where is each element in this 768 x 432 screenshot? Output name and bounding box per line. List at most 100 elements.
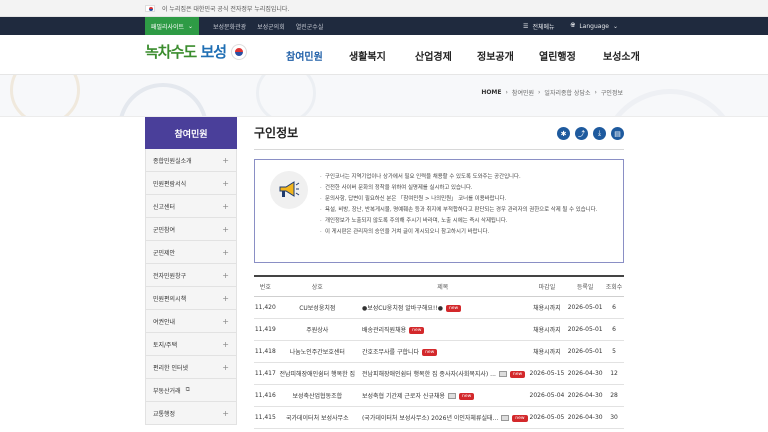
gnb-item-participation[interactable]: 참여민원 [286, 35, 349, 75]
side-menu-item[interactable]: 군민참여 + [145, 218, 237, 241]
gnb-item-about[interactable]: 보성소개 [603, 35, 663, 75]
post-title-link[interactable]: ●보성CU웅치점 알바구해요!!● [362, 305, 443, 312]
breadcrumb-item[interactable]: 일자리종합 상담소 [544, 88, 590, 97]
side-menu-item[interactable]: 편리한 인터넷 + [145, 356, 237, 379]
post-title-link[interactable]: 전남피해장애인쉼터 행복한 집 종사자(사회복지사) ... [362, 371, 496, 378]
chevron-down-icon: ⌄ [188, 22, 194, 30]
page-title: 구인정보 [254, 126, 299, 140]
cell-date: 2026-04-30 [566, 362, 605, 385]
family-site-label: 패밀리사이트 [150, 23, 185, 31]
table-row[interactable]: 11,420 CU보성웅치점 ●보성CU웅치점 알바구해요!!● new 채용시까… [254, 296, 624, 319]
external-link-icon: ⧉ [185, 386, 190, 393]
gnb-item-welfare[interactable]: 생활복지 [349, 35, 415, 75]
top-link-council[interactable]: 보성군의회 [257, 22, 285, 31]
cell-views: 6 [604, 296, 624, 319]
main-navigation: 참여민원 생활복지 산업경제 정보공개 열린행정 보성소개 [286, 35, 663, 75]
breadcrumb-item[interactable]: 참여민원 [512, 88, 534, 97]
side-menu-item[interactable]: 여권안내 + [145, 310, 237, 333]
gnb-item-information[interactable]: 정보공개 [477, 35, 539, 75]
plus-icon: + [222, 270, 229, 280]
cell-company: 주원상사 [276, 318, 358, 341]
site-header: 녹차수도 보성 참여민원 생활복지 산업경제 정보공개 열린행정 보성소개 [0, 35, 768, 75]
table-row[interactable]: 11,416 보성축산업협동조합 보성축협 기간제 근로자 신규채용 new 20… [254, 384, 624, 407]
globe-icon: 🌐︎ [570, 22, 576, 29]
plus-icon: + [222, 316, 229, 326]
side-menu-item[interactable]: 민원편의시책 + [145, 287, 237, 310]
cell-deadline: 2026-05-05 [527, 406, 567, 429]
side-menu: 참여민원 종합민원실소개 + 민원편람서식 + 신고센터 + 군민참여 + 군민제안 + … [145, 117, 237, 425]
side-menu-label: 여권안내 [153, 318, 176, 326]
gnb-item-administration[interactable]: 열린행정 [539, 35, 603, 75]
plus-icon: + [222, 178, 229, 188]
post-title-link[interactable]: 간호조무사를 구합니다 [362, 349, 419, 356]
cell-company: 전남피해장애인쉼터 행복한 집 [276, 362, 358, 385]
language-button[interactable]: 🌐︎ Language ⌄ [571, 22, 618, 30]
image-attachment-icon [501, 415, 510, 421]
plus-icon: + [222, 224, 229, 234]
table-row[interactable]: 11,419 주원상사 배송관리직원채용 new 채용시까지 2026-05-01… [254, 318, 624, 341]
share-icon[interactable]: ⤴ [575, 127, 588, 140]
image-attachment-icon [498, 371, 507, 377]
chevron-down-icon: ⌄ [612, 22, 618, 30]
top-link-culture-tour[interactable]: 보성문화관광 [213, 22, 246, 31]
site-logo[interactable]: 녹차수도 보성 [145, 41, 248, 62]
side-menu-item[interactable]: 부동산거래 ⧉ [145, 379, 237, 402]
download-icon[interactable]: ⤓ [593, 127, 606, 140]
full-menu-label: 전체메뉴 [532, 23, 555, 31]
full-menu-button[interactable]: ☰ 전체메뉴 [523, 22, 554, 31]
plus-icon: + [222, 362, 229, 372]
cell-deadline: 2026-05-04 [527, 384, 567, 407]
cell-views: 12 [604, 362, 624, 385]
side-menu-item[interactable]: 토지/주택 + [145, 333, 237, 356]
side-menu-title: 참여민원 [145, 117, 237, 149]
cell-company: 보성축산업협동조합 [276, 384, 358, 407]
side-menu-label: 전자민원창구 [153, 272, 187, 280]
breadcrumb-current[interactable]: 구인정보 [601, 88, 623, 97]
column-header: 번호 [254, 275, 277, 297]
content-area: 참여민원 종합민원실소개 + 민원편람서식 + 신고센터 + 군민참여 + 군민제안 + … [0, 117, 768, 431]
decorative-circle [118, 83, 208, 116]
side-menu-label: 군민제안 [153, 249, 176, 257]
table-row[interactable]: 11,417 전남피해장애인쉼터 행복한 집 전남피해장애인쉼터 행복한 집 종… [254, 362, 624, 385]
new-badge: new [509, 370, 526, 378]
side-menu-item[interactable]: 신고센터 + [145, 195, 237, 218]
taegeuk-icon [231, 43, 248, 60]
gov-banner: 이 누리집은 대한민국 공식 전자정부 누리집입니다. [0, 0, 768, 17]
side-menu-item[interactable]: 민원편람서식 + [145, 172, 237, 195]
print-icon[interactable]: ▤ [611, 127, 624, 140]
post-title-link[interactable]: (국가데이터처 보성사무소) 2026년 이인자체류실태... [362, 415, 498, 422]
cell-company: CU보성웅치점 [276, 296, 358, 319]
post-title-link[interactable]: 배송관리직원채용 [362, 327, 406, 334]
cell-views: 6 [604, 318, 624, 341]
settings-icon[interactable]: ✱ [557, 127, 570, 140]
cell-number: 11,417 [254, 362, 277, 385]
chevron-right-icon: › [594, 89, 597, 96]
side-menu-label: 교통행정 [153, 410, 176, 418]
side-menu-label: 민원편의시책 [153, 295, 187, 303]
plus-icon: + [222, 339, 229, 349]
column-header: 등록일 [566, 275, 605, 297]
cell-deadline: 채용시까지 [527, 296, 567, 319]
side-menu-label: 종합민원실소개 [153, 157, 192, 165]
side-menu-item[interactable]: 종합민원실소개 + [145, 149, 237, 172]
top-link-mayor-office[interactable]: 열린군수실 [296, 22, 324, 31]
cell-number: 11,415 [254, 406, 277, 429]
side-menu-item[interactable]: 군민제안 + [145, 241, 237, 264]
cell-date: 2026-05-01 [566, 318, 605, 341]
post-title-link[interactable]: 보성축협 기간제 근로자 신규채용 [362, 393, 445, 400]
table-row[interactable]: 11,415 국가데이터처 보성사무소 (국가데이터처 보성사무소) 2026년… [254, 406, 624, 429]
side-menu-label: 부동산거래 [153, 387, 181, 395]
gnb-item-economy[interactable]: 산업경제 [415, 35, 477, 75]
cell-date: 2026-04-30 [566, 406, 605, 429]
breadcrumb-home[interactable]: HOME [481, 89, 501, 96]
table-row[interactable]: 11,418 나눔노인주간보호센터 간호조무사를 구합니다 new 채용시까지 2… [254, 340, 624, 363]
cell-number: 11,419 [254, 318, 277, 341]
plus-icon: + [222, 247, 229, 257]
notice-item: 욕설, 비방, 장난, 반복게시물, 명예훼손 등과 취지에 부적합하다고 판단… [320, 205, 620, 216]
side-menu-item[interactable]: 교통행정 + [145, 402, 237, 425]
family-site-button[interactable]: 패밀리사이트 ⌄ [145, 17, 199, 35]
notice-item: 문의사항, 답변이 필요하신 분은 「참여민원 > 나의민원」 코너를 이용바랍… [320, 194, 620, 205]
side-menu-item[interactable]: 전자민원창구 + [145, 264, 237, 287]
image-attachment-icon [447, 393, 456, 399]
notice-list: 구인코너는 지역기업이나 상가에서 필요 인력을 채용할 수 있도록 도와주는 … [320, 172, 620, 262]
